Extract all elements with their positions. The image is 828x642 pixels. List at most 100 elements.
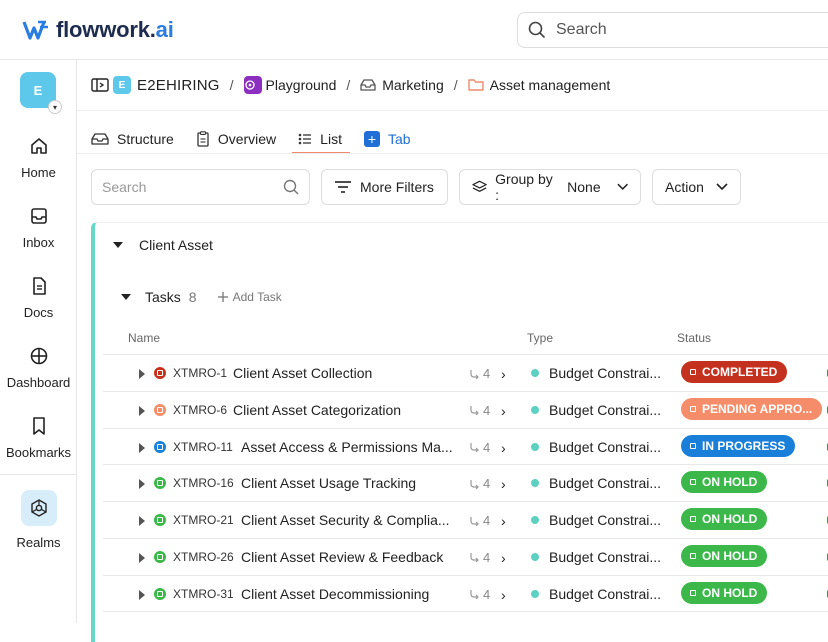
group-by-dropdown[interactable]: Group by : None — [459, 169, 641, 205]
status-icon — [690, 516, 696, 523]
expand-row-icon[interactable] — [139, 442, 145, 453]
status-badge[interactable]: ON HOLD — [681, 544, 768, 567]
breadcrumb-org[interactable]: E2EHIRING — [137, 77, 220, 94]
table-row[interactable]: XTMRO-21 Client Asset Security & Complia… — [103, 501, 828, 538]
list-search-input[interactable] — [102, 179, 262, 195]
global-search-placeholder: Search — [556, 21, 607, 38]
status-badge[interactable]: ON HOLD — [681, 508, 768, 531]
subtask-icon — [470, 406, 479, 416]
status-badge[interactable]: COMPLETED — [681, 361, 788, 383]
chevron-right-icon[interactable]: › — [501, 513, 506, 529]
status-badge[interactable]: IN PROGRESS — [681, 434, 796, 457]
group-header[interactable]: Client Asset — [113, 237, 213, 253]
filter-icon — [335, 181, 351, 193]
tab-add[interactable]: + Tab — [363, 120, 411, 154]
task-type[interactable]: Budget Constrai... — [531, 549, 661, 565]
task-name[interactable]: Client Asset Collection — [233, 365, 372, 381]
group-title: Client Asset — [139, 237, 213, 253]
list-search[interactable] — [91, 169, 310, 205]
expand-row-icon[interactable] — [139, 405, 145, 416]
breadcrumb-folder[interactable]: Marketing — [360, 77, 444, 93]
type-dot-icon — [531, 589, 539, 598]
expand-row-icon[interactable] — [139, 369, 145, 379]
add-task-button[interactable]: Add Task — [217, 290, 282, 304]
table-row[interactable]: XTMRO-16 Client Asset Usage Tracking 4 ›… — [103, 464, 828, 501]
expand-row-icon[interactable] — [139, 479, 145, 490]
table-row[interactable]: XTMRO-6 Client Asset Categorization 4 › … — [103, 390, 828, 428]
task-type[interactable]: Budget Constrai... — [531, 586, 661, 602]
inbox-icon — [30, 208, 47, 224]
column-header-status[interactable]: Status — [677, 331, 711, 345]
chevron-right-icon[interactable]: › — [501, 403, 506, 419]
tab-list[interactable]: List — [292, 120, 350, 154]
breadcrumb-space[interactable]: Playground — [243, 76, 336, 94]
sidebar-item-bookmarks[interactable]: Bookmarks — [0, 416, 77, 462]
sidebar-item-realms[interactable]: Realms — [0, 490, 77, 552]
task-type[interactable]: Budget Constrai... — [531, 402, 661, 418]
playground-icon — [243, 76, 262, 94]
chevron-down-icon: ▾ — [48, 100, 62, 114]
sidebar-item-inbox[interactable]: Inbox — [0, 206, 77, 252]
task-name[interactable]: Client Asset Decommissioning — [241, 586, 429, 602]
chevron-right-icon[interactable]: › — [501, 440, 506, 456]
sidebar-item-home[interactable]: Home — [0, 136, 77, 182]
subtask-count[interactable]: 4 — [469, 440, 490, 455]
status-badge[interactable]: ON HOLD — [681, 581, 768, 604]
breadcrumb-page[interactable]: Asset management — [467, 77, 610, 93]
top-bar: flowwork.ai Search — [0, 0, 828, 60]
more-filters-button[interactable]: More Filters — [321, 169, 448, 205]
task-type-icon — [154, 403, 166, 416]
table-row[interactable]: XTMRO-26 Client Asset Review & Feedback … — [103, 537, 828, 575]
subtask-count[interactable]: 4 — [469, 587, 490, 602]
expand-row-icon[interactable] — [139, 516, 145, 527]
tabs-divider — [77, 153, 828, 154]
status-badge[interactable]: ON HOLD — [681, 471, 768, 494]
subtask-count[interactable]: 4 — [469, 476, 490, 491]
tab-structure[interactable]: Structure — [91, 120, 174, 154]
task-name[interactable]: Client Asset Categorization — [233, 402, 401, 418]
app-brand-main: flowwork. — [56, 17, 156, 42]
task-type[interactable]: Budget Constrai... — [531, 439, 661, 455]
sidebar-item-label: Docs — [23, 305, 54, 320]
column-header-type[interactable]: Type — [527, 331, 553, 345]
table-row[interactable]: XTMRO-11 Asset Access & Permissions Ma..… — [103, 427, 828, 465]
task-name[interactable]: Client Asset Security & Complia... — [241, 512, 450, 528]
task-name[interactable]: Asset Access & Permissions Ma... — [241, 439, 453, 455]
tab-overview[interactable]: Overview — [196, 120, 276, 154]
global-search[interactable]: Search — [517, 12, 828, 48]
chevron-right-icon[interactable]: › — [501, 366, 506, 382]
subtask-count[interactable]: 4 — [469, 403, 490, 418]
chevron-right-icon[interactable]: › — [501, 550, 506, 566]
chevron-right-icon[interactable]: › — [501, 476, 506, 492]
subtask-count[interactable]: 4 — [469, 366, 490, 381]
expand-row-icon[interactable] — [139, 552, 145, 563]
status-label: ON HOLD — [702, 475, 758, 490]
status-badge[interactable]: PENDING APPRO... — [681, 397, 823, 420]
task-type[interactable]: Budget Constrai... — [531, 365, 661, 381]
subtask-count[interactable]: 4 — [469, 513, 490, 528]
task-type[interactable]: Budget Constrai... — [531, 512, 661, 528]
sidebar-item-dashboard[interactable]: Dashboard — [0, 346, 77, 392]
status-label: COMPLETED — [702, 365, 778, 379]
sidebar-item-docs[interactable]: Docs — [0, 276, 77, 322]
subtask-count-value: 4 — [483, 439, 491, 455]
column-header-name[interactable]: Name — [128, 331, 160, 345]
action-dropdown[interactable]: Action — [652, 169, 741, 205]
task-type[interactable]: Budget Constrai... — [531, 475, 661, 491]
sidebar-toggle-icon[interactable] — [91, 77, 109, 93]
subtask-count[interactable]: 4 — [469, 550, 490, 565]
expand-row-icon[interactable] — [139, 589, 145, 600]
bookmark-icon — [32, 417, 45, 435]
app-logo[interactable]: flowwork.ai — [22, 17, 174, 43]
sidebar-divider — [0, 474, 77, 475]
task-name[interactable]: Client Asset Usage Tracking — [241, 475, 416, 491]
task-name[interactable]: Client Asset Review & Feedback — [241, 549, 443, 565]
plus-icon — [217, 292, 228, 302]
chevron-right-icon[interactable]: › — [501, 587, 506, 603]
task-type-icon — [154, 587, 166, 600]
table-row[interactable]: XTMRO-31 Client Asset Decommissioning 4 … — [103, 574, 828, 612]
table-row[interactable]: XTMRO-1 Client Asset Collection 4 › Budg… — [103, 354, 828, 391]
collapse-caret-icon[interactable] — [121, 294, 131, 300]
workspace-switcher[interactable]: E ▾ — [20, 72, 62, 114]
tasks-header: Tasks 8 Add Task — [121, 289, 282, 305]
